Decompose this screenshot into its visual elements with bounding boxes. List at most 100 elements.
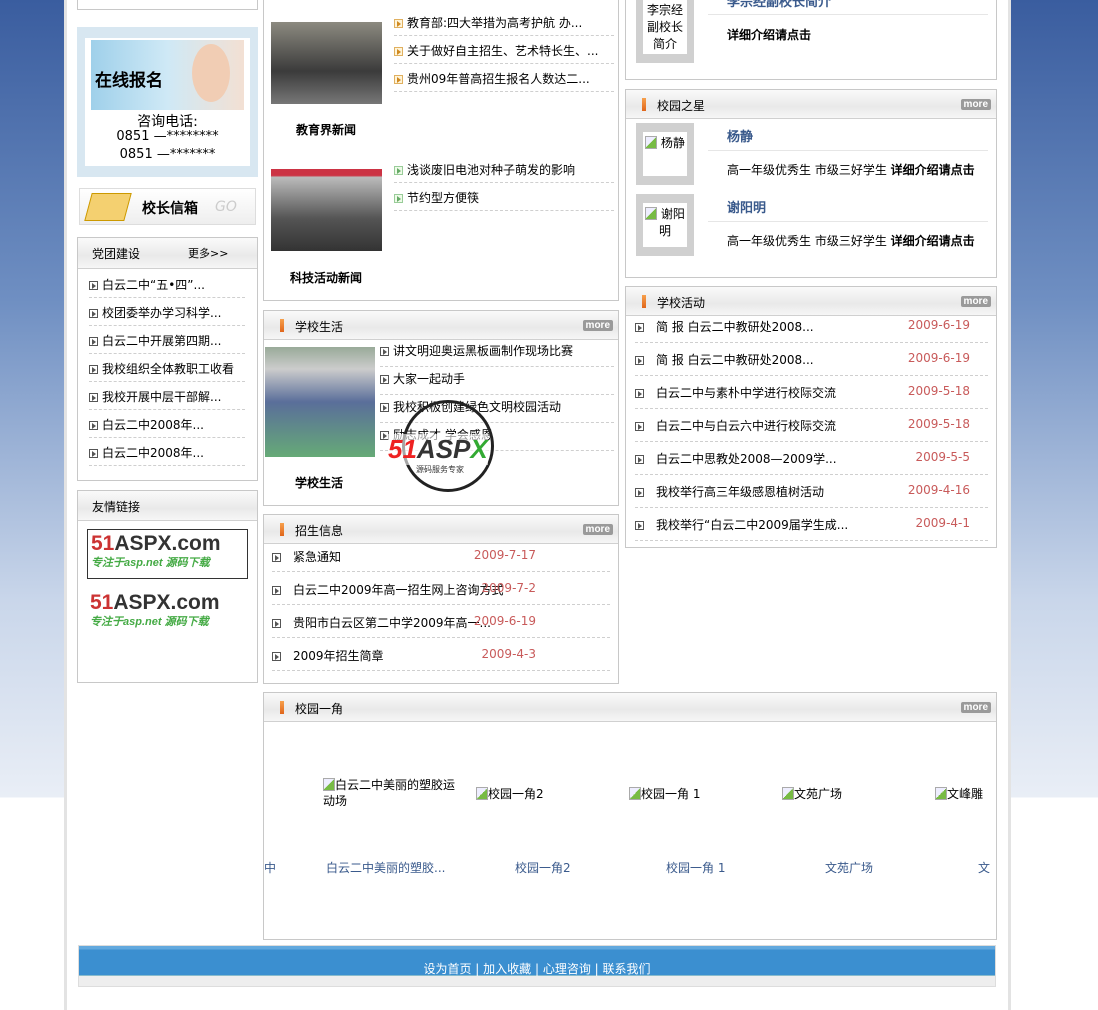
bullet-icon	[89, 309, 98, 318]
friend-link-logo-text: 51ASPX.com 专注于asp.net 源码下载	[90, 591, 220, 628]
school-life-box: 学校生活 more 学校生活 讲文明迎奥运黑板画制作现场比赛 大家一起动手 我校积极创…	[263, 310, 619, 506]
party-item[interactable]: 白云二中开展第四期...	[89, 332, 245, 354]
star-detail-link[interactable]: 详细介绍请点击	[891, 234, 975, 248]
principal-box: 李宗经副校长简介 李宗经副校长简介 详细介绍请点击	[625, 0, 997, 80]
edu-news-item[interactable]: 教育部:四大举措为高考护航 办...	[394, 14, 614, 36]
party-item[interactable]: 白云二中2008年...	[89, 416, 245, 438]
activity-item[interactable]: 我校举行高三年级感恩植树活动 2009-4-16	[635, 483, 988, 508]
admission-box: 招生信息 more 紧急通知 2009-7-17 白云二中2009年高一招生网上咨询方…	[263, 514, 619, 684]
activity-item[interactable]: 白云二中思教处2008—2009学... 2009-5-5	[635, 450, 988, 475]
activity-item[interactable]: 白云二中与白云六中进行校际交流 2009-5-18	[635, 417, 988, 442]
tech-news-item[interactable]: 浅谈废旧电池对种子萌发的影响	[394, 161, 614, 183]
campus-caption[interactable]: 校园一角 1	[666, 859, 725, 876]
campus-photo[interactable]: 校园一角2	[476, 786, 616, 802]
campus-photo[interactable]: 文峰雕	[935, 786, 996, 802]
principal-detail-link[interactable]: 详细介绍请点击	[727, 26, 811, 43]
bullet-icon	[89, 393, 98, 402]
bullet-icon	[380, 431, 389, 440]
footer-link[interactable]: 设为首页	[423, 962, 471, 976]
activity-item[interactable]: 简 报 白云二中教研处2008... 2009-6-19	[635, 351, 988, 376]
broken-image-icon	[629, 787, 641, 800]
news-box: 教育界新闻 教育部:四大举措为高考护航 办... 关于做好自主招生、艺术特长生、.…	[263, 0, 619, 301]
admission-item[interactable]: 贵阳市白云区第二中学2009年高一... 2009-6-19	[272, 614, 610, 638]
friend-link-51aspx[interactable]: 51ASPX.com 专注于asp.net 源码下载	[87, 529, 248, 579]
activity-item[interactable]: 白云二中与素朴中学进行校际交流 2009-5-18	[635, 384, 988, 409]
admission-item[interactable]: 白云二中2009年高一招生网上咨询方式 2009-7-2	[272, 581, 610, 605]
edu-news-caption[interactable]: 教育界新闻	[296, 121, 356, 138]
campus-photo[interactable]: 文苑广场	[782, 786, 922, 802]
party-more-link[interactable]: 更多>>	[188, 245, 228, 261]
party-header: 党团建设 更多>>	[78, 238, 257, 269]
edu-news-item[interactable]: 关于做好自主招生、艺术特长生、...	[394, 42, 614, 64]
school-life-item[interactable]: 讲文明迎奥运黑板画制作现场比赛	[380, 341, 614, 367]
bullet-icon	[272, 619, 281, 628]
party-item[interactable]: 白云二中2008年...	[89, 444, 245, 466]
tech-news-caption[interactable]: 科技活动新闻	[290, 269, 362, 286]
star-name-link[interactable]: 谢阳明	[727, 197, 766, 216]
bullet-icon	[380, 347, 389, 356]
campus-stars-box: 校园之星 more 杨静 杨静 高一年级优秀生 市级三好学生 详细介绍请点击 谢阳…	[625, 89, 997, 278]
footer-link[interactable]: 联系我们	[603, 962, 651, 976]
campus-caption[interactable]: 白云二中美丽的塑胶...	[326, 859, 445, 876]
star-name-link[interactable]: 杨静	[727, 126, 753, 145]
party-item[interactable]: 校团委举办学习科学...	[89, 304, 245, 326]
bullet-icon	[272, 586, 281, 595]
school-life-caption[interactable]: 学校生活	[295, 474, 343, 491]
friend-link-logo-text: 51ASPX.com 专注于asp.net 源码下载	[91, 532, 221, 569]
bullet-icon	[89, 365, 98, 374]
campus-caption[interactable]: 中	[264, 859, 276, 876]
bullet-icon	[635, 488, 644, 497]
tech-news-photo[interactable]	[271, 169, 382, 251]
bullet-icon	[272, 652, 281, 661]
principal-mailbox-button[interactable]: 校长信箱 GO	[79, 188, 256, 225]
bullet-icon	[635, 356, 644, 365]
principal-title-link[interactable]: 李宗经副校长简介	[727, 0, 831, 10]
party-item[interactable]: 我校开展中层干部解...	[89, 388, 245, 410]
activity-item[interactable]: 我校举行“白云二中2009届学生成... 2009-4-1	[635, 516, 988, 541]
campus-photo[interactable]: 校园一角 1	[629, 786, 769, 802]
bullet-icon	[89, 421, 98, 430]
bullet-icon	[272, 553, 281, 562]
school-life-item[interactable]: 我校积极创建绿色文明校园活动	[380, 397, 614, 423]
principal-photo[interactable]: 李宗经副校长简介	[643, 0, 687, 54]
stars-more[interactable]: more	[960, 99, 991, 110]
party-item[interactable]: 白云二中“五•四”...	[89, 276, 245, 298]
star-photo[interactable]: 杨静	[636, 123, 694, 185]
star-photo[interactable]: 谢阳明	[636, 194, 694, 256]
footer-link[interactable]: 加入收藏	[483, 962, 531, 976]
signup-banner[interactable]: 在线报名	[91, 40, 244, 110]
bullet-icon	[394, 47, 403, 56]
campus-more[interactable]: more	[960, 702, 991, 713]
campus-caption[interactable]: 文苑广场	[825, 859, 873, 876]
broken-image-icon	[645, 207, 658, 220]
footer-link[interactable]: 心理咨询	[543, 962, 591, 976]
campus-caption[interactable]: 校园一角2	[515, 859, 571, 876]
bullet-icon	[394, 19, 403, 28]
admission-item[interactable]: 2009年招生简章 2009-4-3	[272, 647, 610, 671]
edu-news-item[interactable]: 贵州09年普高招生报名人数达二...	[394, 70, 614, 92]
tech-news-item[interactable]: 节约型方便筷	[394, 189, 614, 211]
broken-image-icon	[323, 778, 335, 791]
party-item[interactable]: 我校组织全体教职工收看	[89, 360, 245, 382]
school-life-photo[interactable]	[265, 347, 375, 457]
online-signup-box[interactable]: 在线报名 咨询电话: 0851 —******** 0851 —*******	[77, 27, 258, 177]
bullet-icon	[89, 281, 98, 290]
broken-image-icon	[645, 136, 658, 149]
activity-item[interactable]: 简 报 白云二中教研处2008... 2009-6-19	[635, 318, 988, 343]
admission-item[interactable]: 紧急通知 2009-7-17	[272, 548, 610, 572]
admission-more[interactable]: more	[582, 524, 613, 535]
school-life-more[interactable]: more	[582, 320, 613, 331]
footer: 设为首页 | 加入收藏 | 心理咨询 | 联系我们	[78, 945, 996, 987]
star-detail-link[interactable]: 详细介绍请点击	[891, 163, 975, 177]
campus-caption[interactable]: 文	[978, 859, 990, 876]
friend-link-51aspx-2[interactable]: 51ASPX.com 专注于asp.net 源码下载	[87, 589, 248, 639]
bullet-icon	[89, 449, 98, 458]
bullet-icon	[635, 422, 644, 431]
activities-more[interactable]: more	[960, 296, 991, 307]
school-activities-box: 学校活动 more 简 报 白云二中教研处2008... 2009-6-19 简 报 …	[625, 286, 997, 548]
campus-photo[interactable]: 白云二中美丽的塑胶运动场	[323, 777, 463, 809]
bullet-icon	[394, 166, 403, 175]
edu-news-photo[interactable]	[271, 22, 382, 104]
school-life-item[interactable]: 励志成才 学会感恩	[380, 425, 614, 451]
school-life-item[interactable]: 大家一起动手	[380, 369, 614, 395]
